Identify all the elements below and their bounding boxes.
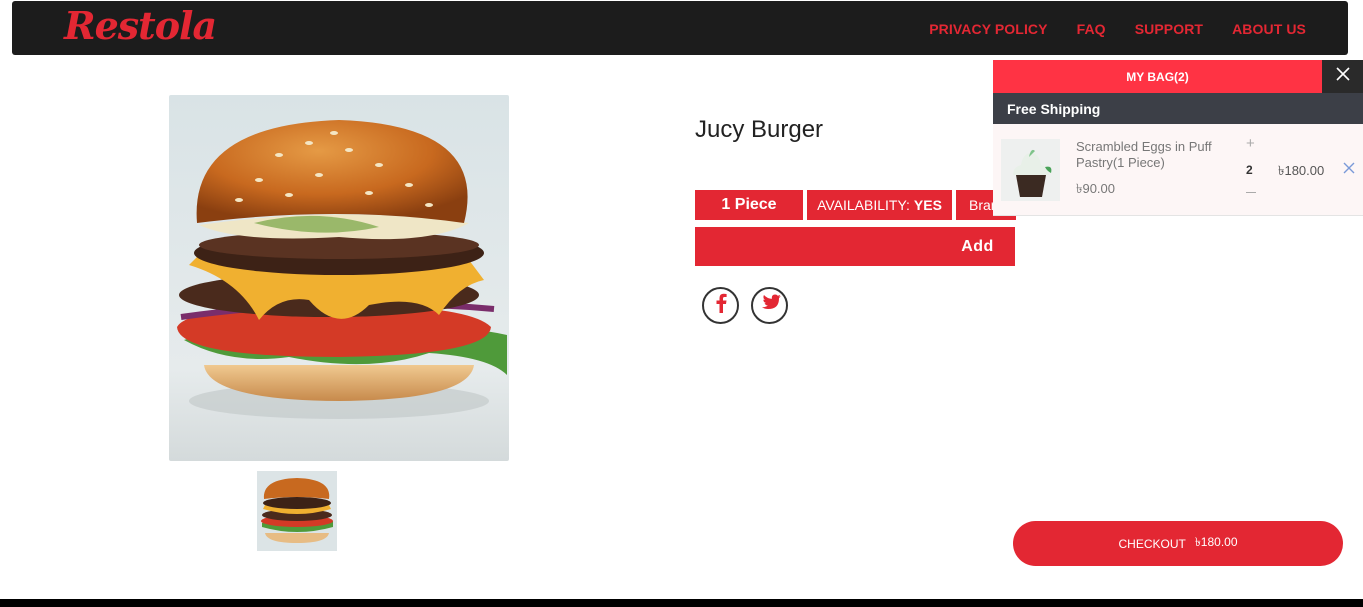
nav-about-us[interactable]: ABOUT US [1232,21,1306,37]
availability-label: AVAILABILITY: [817,197,910,213]
twitter-icon [759,294,781,317]
close-drawer-button[interactable] [1322,60,1363,93]
remove-icon [1342,162,1356,179]
nav-privacy-policy[interactable]: PRIVACY POLICY [929,21,1047,37]
product-main-image [169,95,509,461]
main-nav: PRIVACY POLICY FAQ SUPPORT ABOUT US [929,21,1306,37]
close-icon [1335,67,1350,86]
checkout-button[interactable]: CHECKOUT ৳180.00 [1013,521,1343,566]
cart-item-total: ৳180.00 [1278,163,1325,178]
quantity-value: 2 [1246,163,1253,177]
site-header: Restola PRIVACY POLICY FAQ SUPPORT ABOUT… [12,1,1348,55]
nav-faq[interactable]: FAQ [1077,21,1106,37]
my-bag-title: MY BAG(2) [993,60,1322,93]
product-thumbnail[interactable] [257,471,337,551]
remove-item-button[interactable] [1342,161,1356,180]
free-shipping-bar: Free Shipping [993,93,1363,124]
footer-bar [0,599,1363,607]
facebook-icon [714,293,728,318]
logo[interactable]: Restola [64,3,217,48]
product-title: Jucy Burger [695,116,824,143]
cart-item-name[interactable]: Scrambled Eggs in Puff Pastry(1 Piece) [1076,139,1226,171]
cart-item-unit-price: ৳90.00 [1076,181,1116,196]
piece-tag: 1 Piece [695,190,803,220]
decrease-quantity-button[interactable] [1246,192,1256,193]
checkout-label: CHECKOUT [1118,536,1186,551]
increase-quantity-button[interactable]: + [1246,135,1255,152]
availability-tag: AVAILABILITY: YES [807,190,952,220]
facebook-share-button[interactable] [702,287,739,324]
availability-value: YES [913,197,942,213]
add-to-cart-button[interactable]: Add [695,227,1015,266]
cart-drawer: MY BAG(2) Free Shipping Scrambled Eggs i… [993,60,1363,216]
checkout-total: ৳180.00 [1194,534,1238,549]
twitter-share-button[interactable] [751,287,788,324]
nav-support[interactable]: SUPPORT [1135,21,1203,37]
cart-item-image [1001,139,1060,201]
